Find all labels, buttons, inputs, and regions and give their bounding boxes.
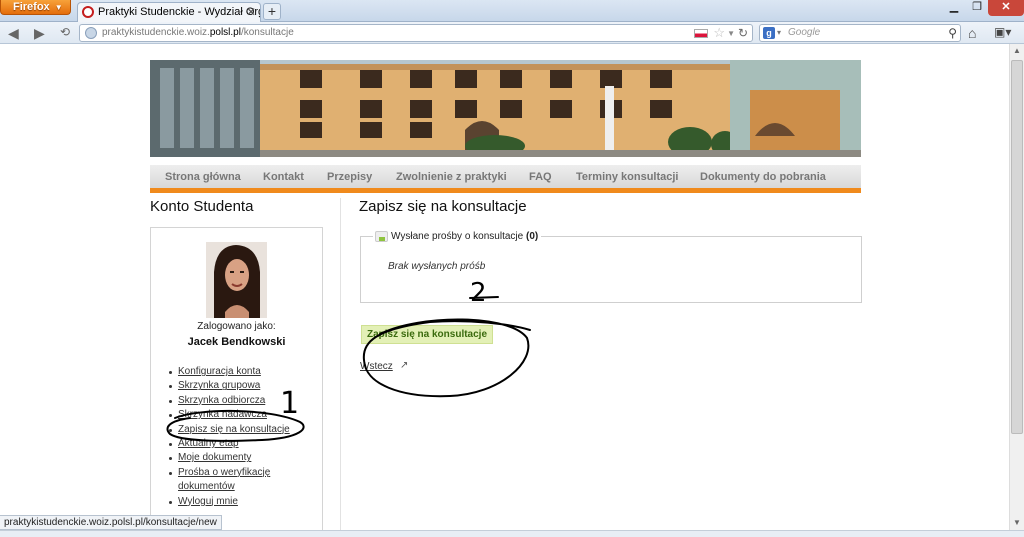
avatar xyxy=(206,242,267,318)
sidebar-panel: Zalogowano jako: Jacek Bendkowski Konfig… xyxy=(150,227,323,530)
empty-state-message: Brak wysłanych próśb xyxy=(388,261,486,272)
sidebar-item-account-settings[interactable]: Konfiguracja konta xyxy=(178,366,261,377)
close-window-button[interactable]: ✕ xyxy=(988,0,1024,16)
reload-icon[interactable]: ↻ xyxy=(738,25,748,41)
firefox-menu-button[interactable]: Firefox ▼ xyxy=(0,0,71,15)
tab-title: Praktyki Studenckie - Wydział Organizacj… xyxy=(98,6,260,18)
minimize-window-button[interactable]: ▁ xyxy=(942,0,966,16)
scrollbar-thumb[interactable] xyxy=(1011,60,1023,434)
status-url-tooltip: praktykistudenckie.woiz.polsl.pl/konsult… xyxy=(0,515,222,530)
menu-item-faq[interactable]: FAQ xyxy=(529,171,552,183)
menu-item-regulations[interactable]: Przepisy xyxy=(327,171,372,183)
message-icon xyxy=(375,231,388,242)
url-domain: polsl.pl xyxy=(209,27,241,38)
browser-navbar: ◀ ▶ ⟲ praktykistudenckie.woiz.polsl.pl/k… xyxy=(0,22,1024,44)
back-arrow-icon[interactable]: ◀ xyxy=(8,25,19,42)
list-item: Skrzynka nadawcza xyxy=(168,408,318,422)
list-item: Zapisz się na konsultacje xyxy=(168,423,318,437)
menu-item-home[interactable]: Strona główna xyxy=(165,171,241,183)
logged-in-label: Zalogowano jako: xyxy=(197,321,276,332)
home-icon[interactable]: ⌂ xyxy=(968,25,976,41)
list-item: Wyloguj mnie xyxy=(168,495,318,509)
main-menu: Strona główna Kontakt Przepisy Zwolnieni… xyxy=(150,165,861,193)
sidebar-item-current-stage[interactable]: Aktualny etap xyxy=(178,438,239,449)
sent-requests-fieldset: Wysłane prośby o konsultacje (0) Brak wy… xyxy=(360,231,862,303)
google-icon[interactable]: g xyxy=(763,27,775,39)
menu-item-exemption[interactable]: Zwolnienie z praktyki xyxy=(396,171,507,183)
account-nav: Konfiguracja konta Skrzynka grupowa Skrz… xyxy=(168,365,318,509)
browser-tabbar: Firefox ▼ Praktyki Studenckie - Wydział O… xyxy=(0,0,1024,22)
sidebar-item-my-documents[interactable]: Moje dokumenty xyxy=(178,452,251,463)
history-icon[interactable]: ⟲ xyxy=(60,25,70,39)
user-name: Jacek Bendkowski xyxy=(187,336,286,348)
list-item: Prośba o weryfikację dokumentów xyxy=(168,466,318,495)
menu-item-contact[interactable]: Kontakt xyxy=(263,171,304,183)
sidebar-item-document-verification[interactable]: Prośba o weryfikację dokumentów xyxy=(178,467,270,492)
back-link[interactable]: Wstecz xyxy=(360,361,393,372)
user-photo xyxy=(206,242,267,318)
sidebar-item-logout[interactable]: Wyloguj mnie xyxy=(178,496,238,507)
forward-arrow-icon[interactable]: ▶ xyxy=(34,25,45,42)
bookmarks-menu-icon[interactable]: ▣▾ xyxy=(994,25,1011,39)
list-item: Aktualny etap xyxy=(168,437,318,451)
sidebar-item-inbox[interactable]: Skrzynka odbiorcza xyxy=(178,395,265,406)
chevron-down-icon[interactable]: ▼ xyxy=(727,26,735,42)
list-item: Skrzynka odbiorcza xyxy=(168,394,318,408)
page-content: Strona główna Kontakt Przepisy Zwolnieni… xyxy=(0,44,1009,530)
fieldset-legend: Wysłane prośby o konsultacje (0) xyxy=(373,231,542,242)
close-icon[interactable]: ✕ xyxy=(246,3,256,21)
scroll-down-arrow-icon[interactable]: ▼ xyxy=(1010,516,1024,530)
sidebar-title: Konto Studenta xyxy=(150,198,254,215)
search-placeholder: Google xyxy=(788,27,821,38)
browser-tab[interactable]: Praktyki Studenckie - Wydział Organizacj… xyxy=(77,2,261,22)
list-item: Moje dokumenty xyxy=(168,451,318,465)
sidebar-item-group-inbox[interactable]: Skrzynka grupowa xyxy=(178,380,260,391)
search-input[interactable]: g ▾ Google ⚲ xyxy=(759,24,961,42)
building-photo xyxy=(150,60,861,157)
legend-count: (0) xyxy=(525,231,539,242)
poland-flag-icon xyxy=(694,29,708,38)
header-banner-image xyxy=(150,60,861,157)
chevron-down-icon: ▼ xyxy=(54,3,63,12)
menu-item-consultation-dates[interactable]: Terminy konsultacji xyxy=(576,171,679,183)
list-item: Skrzynka grupowa xyxy=(168,379,318,393)
legend-label: Wysłane prośby o konsultacje xyxy=(391,231,524,242)
menu-item-downloads[interactable]: Dokumenty do pobrania xyxy=(700,171,826,183)
address-bar[interactable]: praktykistudenckie.woiz.polsl.pl/konsult… xyxy=(79,24,753,42)
external-arrow-icon: ↗ xyxy=(400,360,409,371)
sidebar-item-consultations[interactable]: Zapisz się na konsultacje xyxy=(178,424,290,435)
page-title: Zapisz się na konsultacje xyxy=(359,198,527,215)
sign-up-consultation-button[interactable]: Zapisz się na konsultacje xyxy=(361,325,493,344)
browser-statusbar xyxy=(0,530,1024,537)
list-item: Konfiguracja konta xyxy=(168,365,318,379)
column-divider xyxy=(340,198,341,530)
scroll-up-arrow-icon[interactable]: ▲ xyxy=(1010,44,1024,58)
new-tab-button[interactable]: + xyxy=(263,3,281,20)
sidebar-item-outbox[interactable]: Skrzynka nadawcza xyxy=(178,409,267,420)
url-prefix: praktykistudenckie.woiz. xyxy=(102,27,210,38)
vertical-scrollbar[interactable]: ▲ ▼ xyxy=(1009,44,1024,530)
maximize-window-button[interactable]: ❐ xyxy=(966,0,988,16)
site-favicon-icon xyxy=(82,6,94,18)
chevron-down-icon[interactable]: ▾ xyxy=(777,25,781,41)
globe-icon xyxy=(85,27,97,39)
url-path: /konsultacje xyxy=(240,27,294,38)
bookmark-star-icon[interactable]: ☆ xyxy=(713,25,725,41)
firefox-button-label: Firefox xyxy=(13,1,50,13)
search-icon[interactable]: ⚲ xyxy=(948,25,957,41)
